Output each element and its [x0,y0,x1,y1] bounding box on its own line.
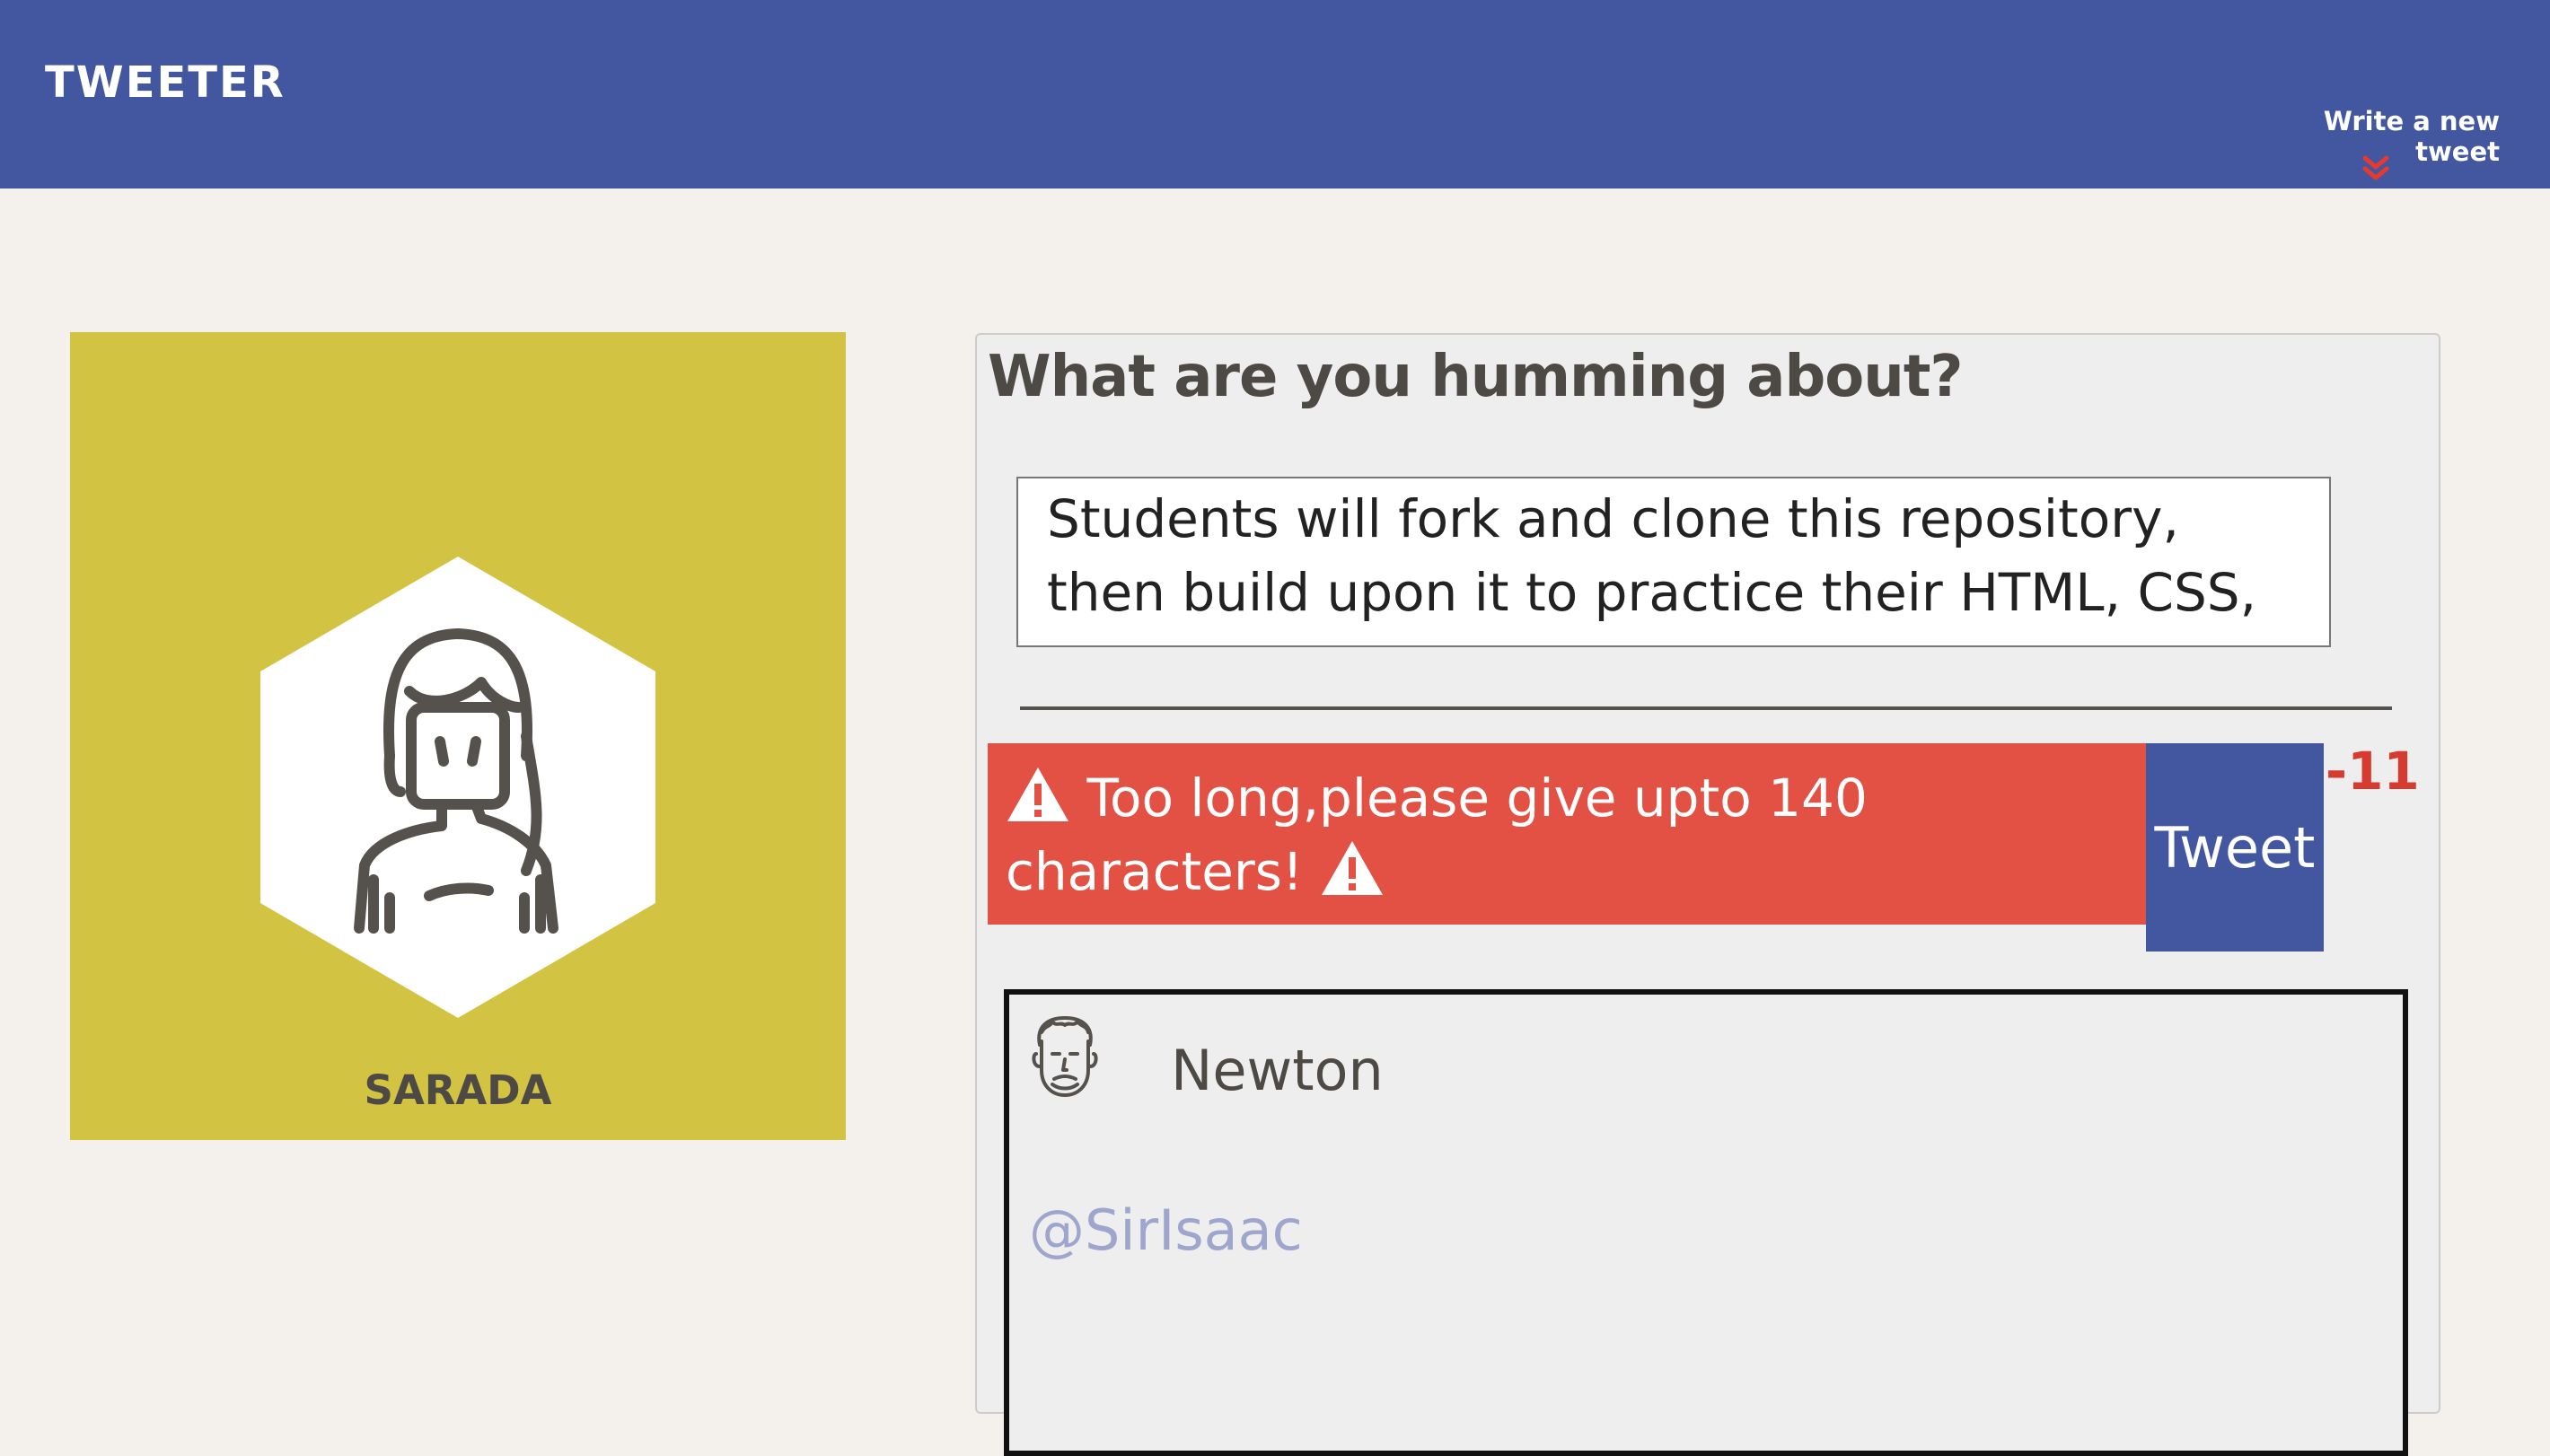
top-nav: TWEETER Write a new tweet [0,0,2550,189]
warning-icon [1007,767,1068,821]
compose-prompt: What are you humming about? [988,344,1964,410]
compose-panel: What are you humming about? Students wil… [975,333,2440,1456]
compose-divider [1020,706,2392,710]
tweet-button[interactable]: Tweet [2146,743,2324,952]
tweet-author-name: Newton [1171,1038,1384,1103]
girl-avatar-icon [260,557,655,1018]
tweet-textarea[interactable]: Students will fork and clone this reposi… [1016,477,2331,647]
tweet-card: Newton @SirIsaac [1004,989,2408,1456]
tweet-author-handle: @SirIsaac [1029,1197,1303,1263]
error-text: Too long,please give upto 140 characters… [1006,767,1868,902]
man-avatar-icon [1032,1016,1098,1097]
error-message: Too long,please give upto 140 characters… [988,743,2146,925]
profile-name: SARADA [364,1066,552,1114]
profile-avatar [257,557,659,1018]
double-chevron-down-icon[interactable] [2360,154,2392,183]
user-profile: SARADA [70,332,846,1140]
brand-logo[interactable]: TWEETER [45,57,286,108]
warning-icon [1321,841,1383,895]
character-counter: -11 [2326,741,2420,802]
